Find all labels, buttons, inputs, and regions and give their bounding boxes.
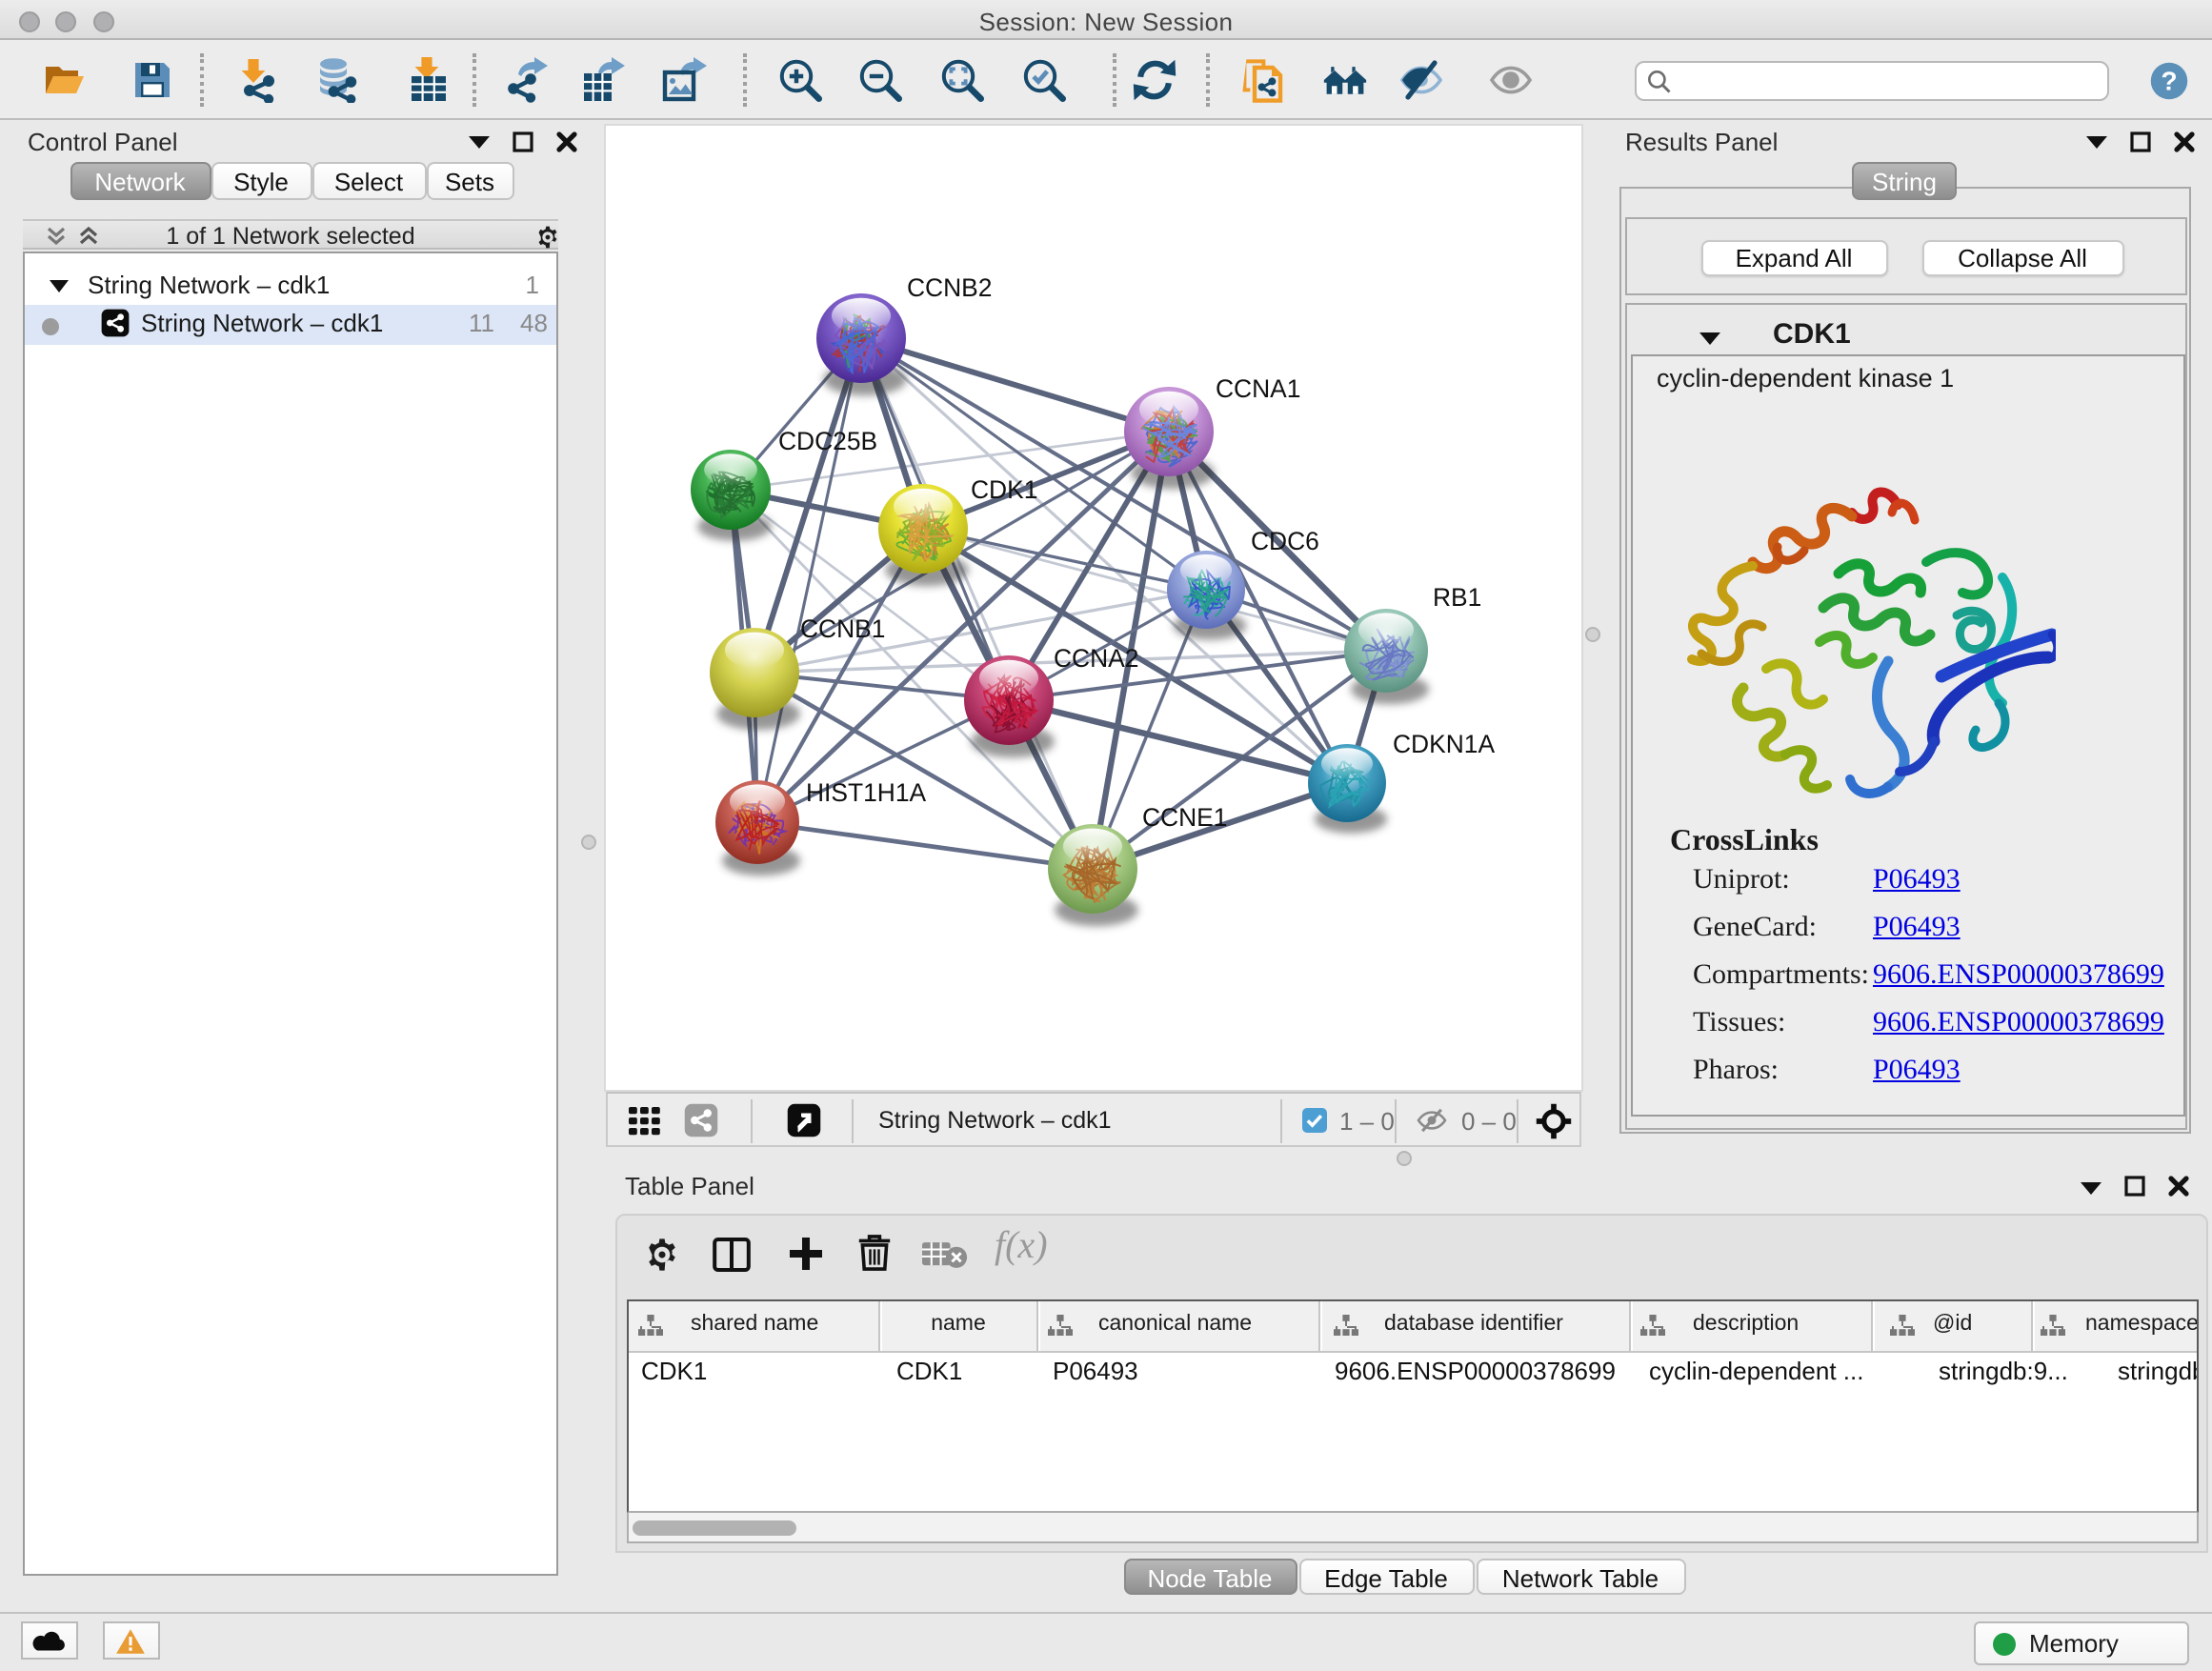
svg-text:CCNE1: CCNE1 xyxy=(1142,803,1227,832)
svg-text:CDC6: CDC6 xyxy=(1251,527,1319,555)
svg-text:?: ? xyxy=(2161,66,2177,95)
svg-text:RB1: RB1 xyxy=(1433,583,1481,612)
svg-text:CCNA2: CCNA2 xyxy=(1054,644,1138,673)
svg-text:CDC25B: CDC25B xyxy=(778,427,877,455)
svg-text:HIST1H1A: HIST1H1A xyxy=(806,778,927,807)
svg-text:CDK1: CDK1 xyxy=(971,475,1037,504)
svg-text:CCNB2: CCNB2 xyxy=(907,273,992,302)
svg-text:CCNB1: CCNB1 xyxy=(800,614,885,643)
svg-text:CCNA1: CCNA1 xyxy=(1216,374,1300,403)
svg-text:CDKN1A: CDKN1A xyxy=(1393,730,1495,758)
